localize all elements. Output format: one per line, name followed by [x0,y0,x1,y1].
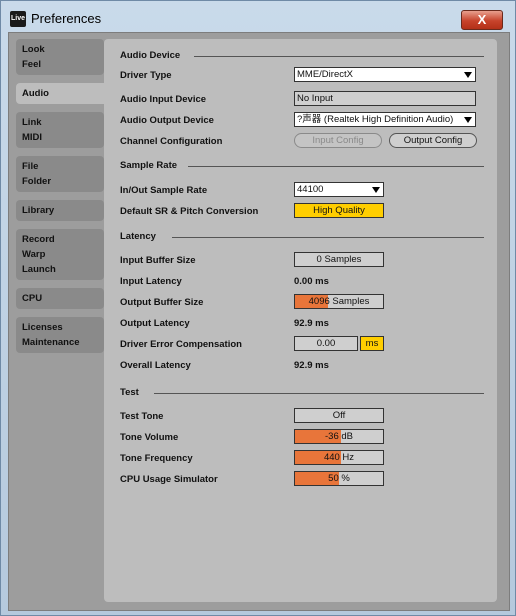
sr-conversion-toggle[interactable]: High Quality [294,203,384,218]
section-title-latency: Latency [120,231,156,242]
sample-rate-dropdown[interactable]: 44100 [294,182,384,197]
driver-error-unit: ms [365,338,379,349]
tab-label-library: Library [22,205,55,216]
tab-cpu[interactable]: CPU [16,288,104,309]
chevron-down-icon [372,187,380,193]
tab-library[interactable]: Library [16,200,104,221]
tab-link-midi[interactable]: Link MIDI [16,112,104,148]
tab-label-feel: Feel [22,59,42,70]
audio-input-device-dropdown[interactable]: No Input [294,91,476,106]
audio-settings-panel: Audio Device Driver Type MME/DirectX Aud… [104,39,497,602]
preferences-client-area: Look Feel Audio Link MIDI File Folder Li… [8,32,510,611]
tab-record-warp-launch[interactable]: Record Warp Launch [16,229,104,280]
input-config-button[interactable]: Input Config [294,133,382,148]
section-divider [194,56,484,57]
title-bar[interactable]: Live Preferences X [1,1,515,33]
output-buffer-size-value: 4096 Samples [308,296,370,307]
close-button[interactable]: X [461,10,503,30]
label-tone-frequency: Tone Frequency [120,453,193,464]
section-title-sample-rate: Sample Rate [120,160,178,171]
cpu-usage-simulator-value: 50 % [328,473,350,484]
tab-look-feel[interactable]: Look Feel [16,39,104,75]
tab-label-folder: Folder [22,176,52,187]
tone-volume-slider[interactable]: -36 dB [294,429,384,444]
input-latency-value: 0.00 ms [294,276,329,287]
chevron-down-icon [464,72,472,78]
label-default-sr-conversion: Default SR & Pitch Conversion [120,206,259,217]
driver-type-value: MME/DirectX [297,69,353,80]
driver-type-dropdown[interactable]: MME/DirectX [294,67,476,82]
tone-frequency-slider[interactable]: 440 Hz [294,450,384,465]
tone-frequency-value: 440 Hz [323,452,355,463]
audio-output-device-value: ?声器 (Realtek High Definition Audio) [297,114,454,125]
output-config-button[interactable]: Output Config [389,133,477,148]
window-title: Preferences [31,11,102,26]
section-title-test: Test [120,387,139,398]
section-test: Test [120,387,484,399]
label-tone-volume: Tone Volume [120,432,179,443]
tab-file-folder[interactable]: File Folder [16,156,104,192]
section-divider [188,166,484,167]
label-input-buffer-size: Input Buffer Size [120,255,196,266]
section-divider [172,237,484,238]
test-tone-toggle[interactable]: Off [294,408,384,423]
chevron-down-icon [464,117,472,123]
section-audio-device: Audio Device [120,50,484,62]
tone-volume-value: -36 dB [325,431,353,442]
tab-label-link: Link [22,117,42,128]
section-latency: Latency [120,231,484,243]
tab-label-cpu: CPU [22,293,43,304]
label-channel-configuration: Channel Configuration [120,136,223,147]
label-cpu-usage-simulator: CPU Usage Simulator [120,474,218,485]
input-buffer-size-value: 0 Samples [316,254,362,265]
driver-error-unit-toggle[interactable]: ms [360,336,384,351]
label-output-buffer-size: Output Buffer Size [120,297,204,308]
tab-licenses-maintenance[interactable]: Licenses Maintenance [16,317,104,353]
driver-error-compensation-value: 0.00 [316,338,336,349]
sample-rate-value: 44100 [297,184,324,195]
live-logo: Live [10,11,26,27]
output-buffer-size-field[interactable]: 4096 Samples [294,294,384,309]
section-divider [154,393,484,394]
label-inout-sample-rate: In/Out Sample Rate [120,185,208,196]
tab-audio[interactable]: Audio [16,83,112,104]
audio-input-device-value: No Input [297,93,333,104]
section-sample-rate: Sample Rate [120,160,484,172]
test-tone-value: Off [332,410,346,421]
audio-output-device-dropdown[interactable]: ?声器 (Realtek High Definition Audio) [294,112,476,127]
sr-conversion-value: High Quality [313,205,365,216]
output-latency-value: 92.9 ms [294,318,329,329]
tab-label-launch: Launch [22,264,56,275]
tab-label-look: Look [22,44,45,55]
driver-error-compensation-field[interactable]: 0.00 [294,336,358,351]
tab-label-record: Record [22,234,55,245]
tab-label-midi: MIDI [22,132,43,143]
label-driver-type: Driver Type [120,70,172,81]
label-audio-input-device: Audio Input Device [120,94,207,105]
cpu-usage-simulator-slider[interactable]: 50 % [294,471,384,486]
overall-latency-value: 92.9 ms [294,360,329,371]
label-driver-error-compensation: Driver Error Compensation [120,339,242,350]
tab-label-warp: Warp [22,249,46,260]
input-buffer-size-field[interactable]: 0 Samples [294,252,384,267]
label-test-tone: Test Tone [120,411,164,422]
label-overall-latency: Overall Latency [120,360,191,371]
tab-label-licenses: Licenses [22,322,63,333]
label-output-latency: Output Latency [120,318,190,329]
tab-label-audio: Audio [22,88,49,99]
tab-label-file: File [22,161,39,172]
category-sidebar: Look Feel Audio Link MIDI File Folder Li… [16,39,112,361]
label-input-latency: Input Latency [120,276,182,287]
label-audio-output-device: Audio Output Device [120,115,214,126]
preferences-window: Live Preferences X Look Feel Audio Link … [0,0,516,616]
section-title-audio-device: Audio Device [120,50,181,61]
tab-label-maintenance: Maintenance [22,337,80,348]
